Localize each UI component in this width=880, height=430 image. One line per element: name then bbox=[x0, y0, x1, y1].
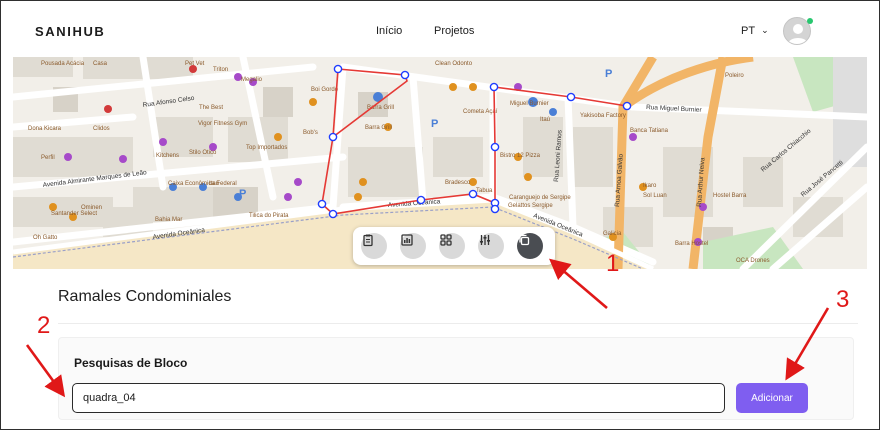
map-poi-label: Caranguejo de Sergipe bbox=[509, 195, 571, 201]
block-search-input[interactable] bbox=[72, 383, 725, 413]
map-poi-label: Ikaro bbox=[643, 183, 657, 189]
map-poi-label: Casa bbox=[93, 61, 108, 67]
svg-text:P: P bbox=[431, 118, 438, 130]
map-poi-label: Bistro 12 Pizza bbox=[500, 153, 541, 159]
clipboard-button[interactable] bbox=[361, 233, 387, 259]
map-poi-label: The Best bbox=[199, 105, 223, 111]
map-poi-label: Ominen bbox=[81, 205, 102, 211]
map-poi-label: Banca Tatiana bbox=[630, 128, 669, 134]
map-poi-label: Perfil bbox=[41, 155, 55, 161]
map-poi-label: Miguel Burnier bbox=[510, 101, 549, 107]
map-poi-label: Poleiro bbox=[725, 73, 744, 79]
map-poi-label: Itaú bbox=[209, 181, 219, 187]
nav-link-projetos[interactable]: Projetos bbox=[434, 25, 474, 37]
sliders-icon bbox=[480, 235, 490, 245]
svg-text:P: P bbox=[239, 188, 246, 200]
bar-chart-icon bbox=[401, 234, 413, 246]
map-poi-label: Stilo Otico bbox=[189, 150, 217, 156]
map-poi-label: Tilica do Pirata bbox=[249, 213, 289, 219]
map-poi-label: Caixa Econômica Federal bbox=[168, 181, 237, 187]
map-poi-label: Boi Gordo bbox=[311, 87, 339, 93]
sliders-button[interactable] bbox=[478, 233, 504, 259]
grid-button[interactable] bbox=[439, 233, 465, 259]
map-poi-label: Santander Select bbox=[51, 211, 97, 217]
map-poi-label: Hostel Barra bbox=[713, 193, 747, 199]
map-view[interactable]: P P P Rua Afonso Celso Avenida Almirante… bbox=[13, 57, 867, 269]
top-navbar: SANIHUB Início Projetos PT ⌄ bbox=[13, 7, 867, 57]
map-poi-label: Yakisoba Factory bbox=[580, 113, 626, 119]
map-poi-label: Vigor Fitness Gym bbox=[198, 121, 247, 127]
block-search-title: Pesquisas de Bloco bbox=[74, 356, 188, 370]
copy-button[interactable] bbox=[517, 233, 543, 259]
copy-icon bbox=[519, 234, 530, 246]
map-poi-label: Itaú bbox=[540, 117, 550, 123]
map-poi-label: Sol Luan bbox=[643, 193, 667, 199]
map-poi-label: Pousada Acácia bbox=[41, 61, 85, 67]
page-title: Ramales Condominiales bbox=[58, 288, 232, 305]
map-poi-label: Clidos bbox=[93, 126, 110, 132]
online-status-dot bbox=[807, 18, 813, 24]
map-poi-label: Megalio bbox=[241, 77, 263, 83]
svg-text:P: P bbox=[605, 68, 612, 80]
map-poi-label: Cometa Açaí bbox=[463, 109, 498, 115]
map-poi-label: Oh Gatto bbox=[33, 235, 58, 241]
section-divider bbox=[58, 323, 858, 324]
language-selector[interactable]: PT ⌄ bbox=[741, 25, 769, 37]
map-toolbar bbox=[353, 227, 555, 265]
map-poi-label: Triton bbox=[213, 67, 228, 73]
nav-link-inicio[interactable]: Início bbox=[376, 25, 402, 37]
clipboard-icon bbox=[363, 234, 373, 247]
brand-logo[interactable]: SANIHUB bbox=[35, 24, 105, 39]
map-poi-label: Barra Grill bbox=[365, 125, 392, 131]
map-poi-label: OCA Drones bbox=[736, 258, 770, 264]
annotation-number-3: 3 bbox=[836, 286, 850, 313]
map-poi-label: Galicia bbox=[603, 231, 622, 237]
map-poi-label: Bahia Mar bbox=[155, 217, 182, 223]
map-poi-label: Dona Kicara bbox=[28, 126, 62, 132]
chevron-down-icon: ⌄ bbox=[761, 25, 769, 35]
annotation-number-1: 1 bbox=[606, 250, 620, 277]
map-poi-label: Kitchens bbox=[156, 153, 179, 159]
language-label: PT bbox=[741, 25, 756, 37]
map-poi-label: Gelattos Sergipe bbox=[508, 203, 553, 209]
map-poi-label: Barra Hostel bbox=[675, 241, 708, 247]
grid-icon bbox=[440, 234, 452, 246]
chart-button[interactable] bbox=[400, 233, 426, 259]
map-street-label: Rua Miguel Burnier bbox=[646, 104, 703, 114]
annotation-number-2: 2 bbox=[37, 312, 51, 339]
map-poi-label: Bob's bbox=[303, 130, 318, 136]
add-block-button[interactable]: Adicionar bbox=[736, 383, 808, 413]
map-poi-label: Pet Vet bbox=[185, 61, 205, 67]
map-poi-label: Clean Odonto bbox=[435, 61, 473, 67]
map-poi-label: Bradesco bbox=[445, 180, 471, 186]
map-street-label: Rua Carlos Chiacchio bbox=[760, 128, 813, 174]
map-poi-label: Top Importados bbox=[246, 145, 287, 151]
map-poi-label: Tabua bbox=[476, 188, 493, 194]
